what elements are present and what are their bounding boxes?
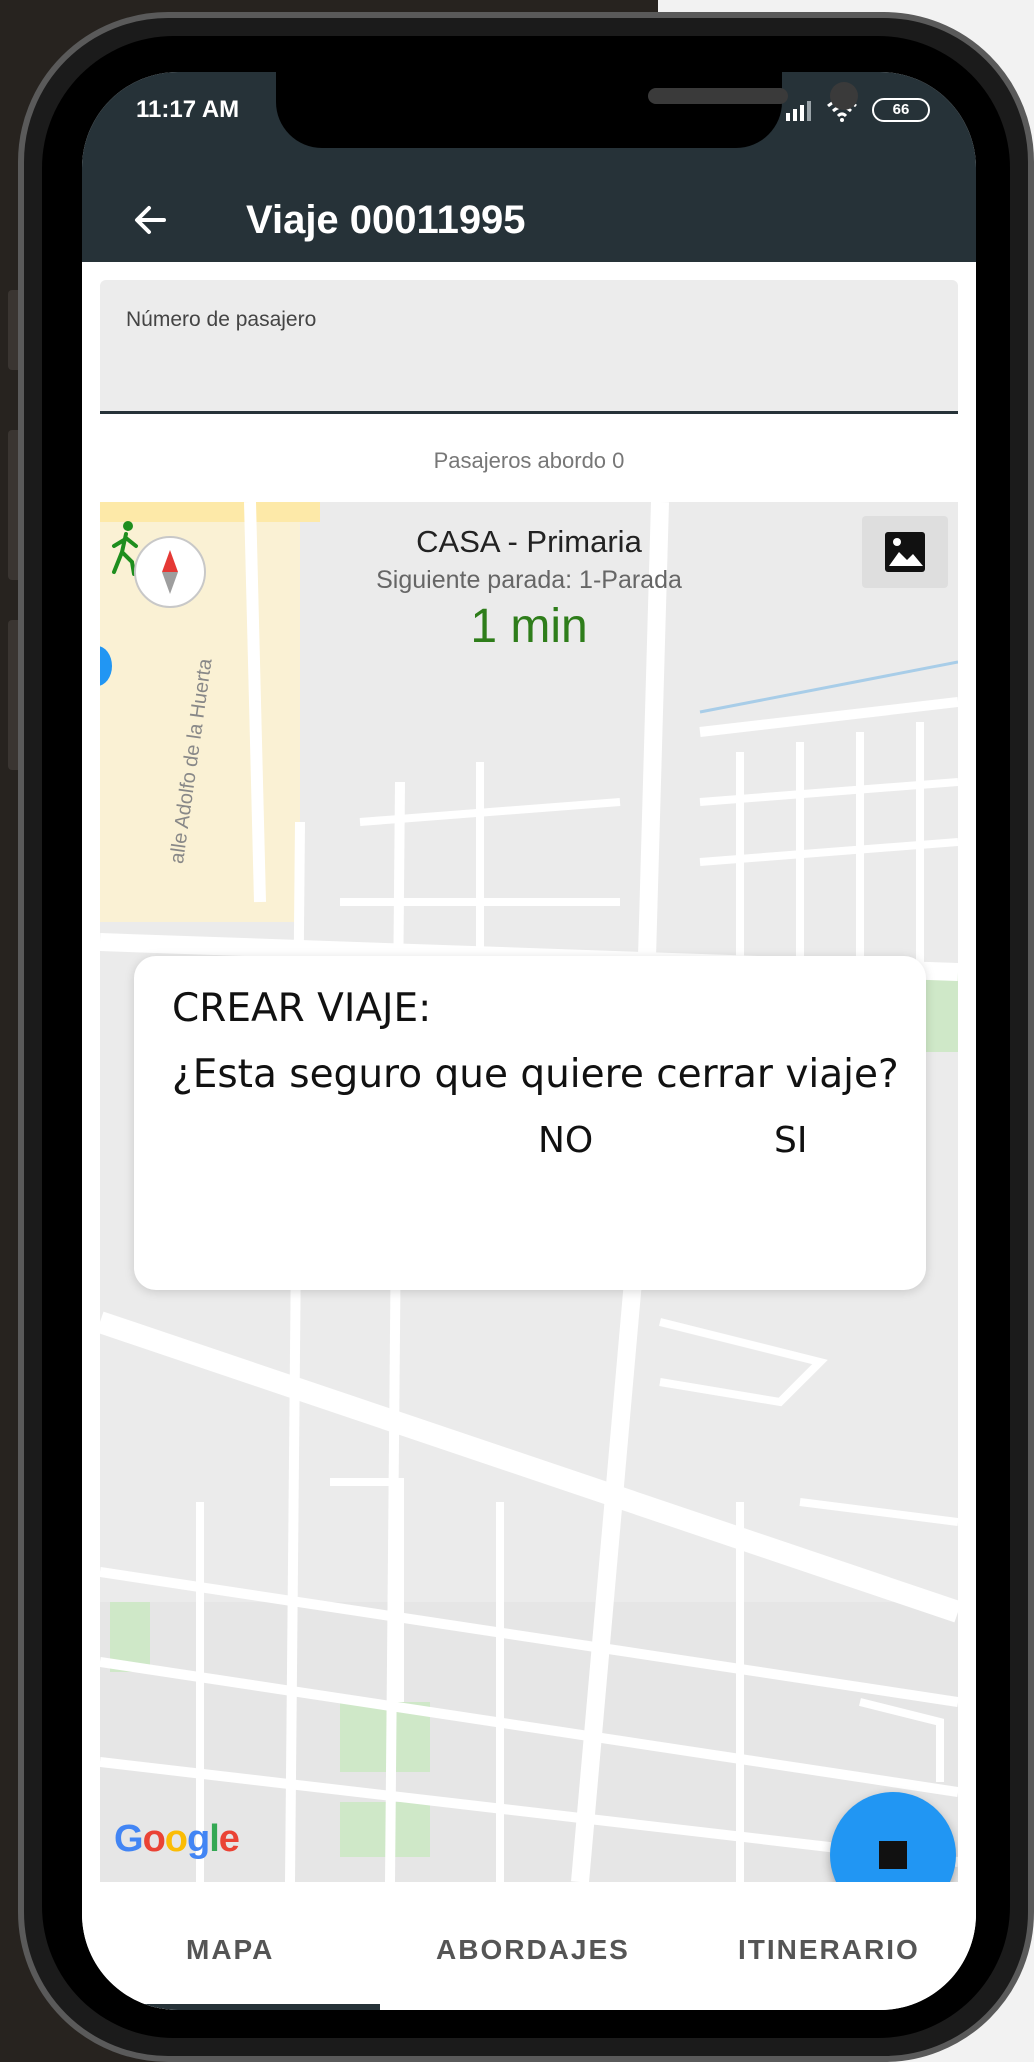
status-time: 11:17 AM (136, 96, 240, 123)
passenger-section: Número de pasajero Pasajeros abordo 0 (82, 262, 976, 492)
phone-screen: 11:17 AM 66 Viaje 00011995 Número de pas… (82, 72, 976, 2010)
stop-icon (879, 1841, 907, 1869)
eta-label: 1 min (470, 600, 588, 653)
confirm-dialog: CREAR VIAJE: ¿Esta seguro que quiere cer… (134, 956, 926, 1290)
dialog-title: CREAR VIAJE: (172, 986, 432, 1031)
tab-mapa[interactable]: MAPA (186, 1934, 274, 1966)
phone-notch (276, 72, 858, 148)
passengers-aboard-count: Pasajeros abordo 0 (433, 448, 625, 473)
tab-itinerario[interactable]: ITINERARIO (738, 1934, 920, 1966)
selected-tab-indicator (82, 2004, 380, 2010)
dialog-no-button[interactable]: NO (538, 1120, 593, 1161)
passenger-number-label: Número de pasajero (126, 308, 317, 331)
passenger-number-field[interactable]: Número de pasajero (100, 280, 958, 414)
map-type-icon (885, 532, 925, 572)
battery-icon: 66 (872, 98, 930, 122)
status-icons: 66 (784, 98, 930, 122)
route-name: CASA - Primaria (416, 524, 642, 559)
signal-icon (786, 101, 811, 121)
route-info: CASA - Primaria Siguiente parada: 1-Para… (100, 524, 958, 654)
speaker-grille (648, 88, 788, 104)
tab-abordajes[interactable]: ABORDAJES (436, 1934, 630, 1966)
back-arrow-icon[interactable] (122, 192, 178, 248)
dialog-yes-button[interactable]: SI (774, 1120, 807, 1161)
front-camera (830, 82, 858, 110)
passenger-number-input[interactable] (126, 344, 926, 394)
app-bar: Viaje 00011995 (82, 182, 976, 262)
google-logo: Google (114, 1818, 240, 1860)
map-type-button[interactable] (862, 516, 948, 588)
page-title: Viaje 00011995 (246, 198, 526, 242)
dialog-message: ¿Esta seguro que quiere cerrar viaje? (172, 1052, 899, 1097)
bottom-tab-bar: MAPA ABORDAJES ITINERARIO (82, 1882, 976, 2010)
next-stop-label: Siguiente parada: 1-Parada (376, 566, 682, 594)
